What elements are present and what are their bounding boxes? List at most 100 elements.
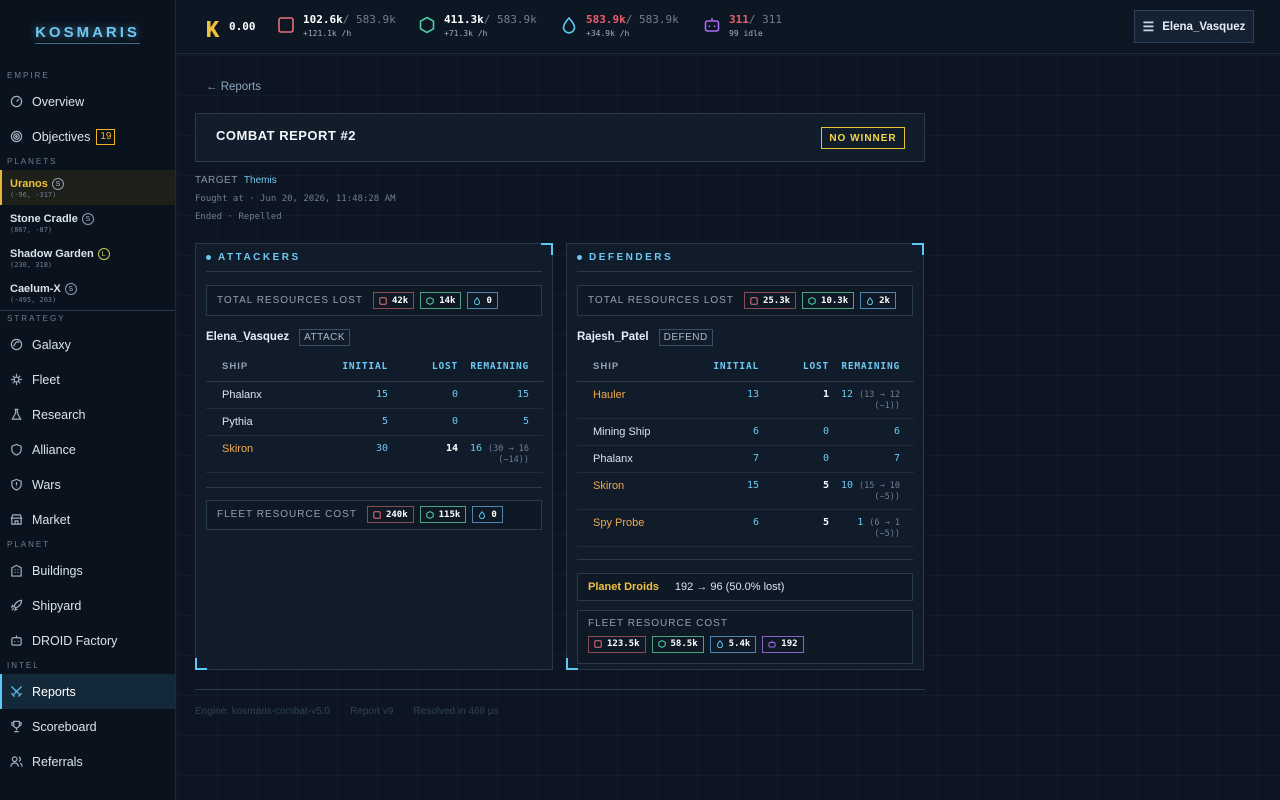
shield-icon [9,443,23,457]
metal-cost-chip: 240k [366,506,414,523]
nav-market[interactable]: Market [0,502,175,537]
droids-value: 311 [729,13,749,26]
bot-icon [9,634,23,648]
crystal-rate: +71.3k /h [444,29,488,38]
galaxy-icon [9,338,23,352]
fuel-drop-icon [479,510,486,519]
droids-resource: 311/ 311 99 idle [703,13,782,38]
planet-item-caelum-x[interactable]: Caelum-X S (-495, 203) [0,275,175,310]
defenders-resources-lost: TOTAL RESOURCES LOST 25.3k 10.3k 2k [577,285,913,316]
planet-item-uranos[interactable]: Uranos S (-96, -317) [0,170,175,205]
attackers-fleet-cost: FLEET RESOURCE COST 240k 115k 0 [206,499,542,530]
nav-wars[interactable]: Wars [0,467,175,502]
role-badge: DEFEND [658,328,713,346]
planet-item-stone-cradle[interactable]: Stone Cradle S (867, -87) [0,205,175,240]
nav-objectives[interactable]: Objectives 19 [0,119,175,154]
credits-k-icon [207,21,220,37]
result-badge: NO WINNER [821,127,905,149]
remaining-detail: (15 → 10 (−5)) [859,480,900,502]
trophy-icon [9,720,23,734]
app-logo[interactable]: KOSMARIS [0,0,175,68]
divider [577,558,913,560]
swords-icon [9,685,23,699]
table-row: Spy Probe 6 5 1 (6 → 1 (−5)) [577,509,914,547]
target-planet-link[interactable]: Themis [244,175,277,186]
fought-at: Fought at · Jun 20, 2026, 11:48:28 AM [195,194,396,204]
target-line: TARGET Themis [195,175,277,186]
attacker-name[interactable]: Elena_Vasquez [206,331,289,343]
nav-galaxy[interactable]: Galaxy [0,327,175,362]
defender-name[interactable]: Rajesh_Patel [577,331,649,343]
fleet-icon [9,373,23,387]
metal-square-icon [750,296,758,305]
crystal-hexagon-icon [808,296,816,305]
menu-icon: ☰ [1142,18,1155,34]
nav-shipyard[interactable]: Shipyard [0,588,175,623]
back-to-reports-link[interactable]: ← Reports [206,81,261,93]
metal-square-icon [373,510,381,519]
metal-value: 102.6k [303,13,343,26]
corner-accent [195,658,207,670]
col-lost: LOST [759,353,829,382]
fuel-drop-icon [474,296,481,305]
crystal-hexagon-icon [425,510,434,519]
crystal-cost-chip: 115k [419,506,467,523]
table-row: Mining Ship 6 0 6 [577,418,914,446]
section-intel: INTEL [7,661,40,670]
shield-alert-icon [9,478,23,492]
nav-fleet[interactable]: Fleet [0,362,175,397]
gauge-icon [9,95,23,109]
metal-lost-chip: 25.3k [743,292,797,309]
fuel-lost-chip: 0 [467,292,498,309]
defenders-heading: DEFENDERS [577,244,913,272]
droid-bot-icon [704,18,720,32]
nav-referrals[interactable]: Referrals [0,744,175,779]
credits-value: 0.00 [229,20,256,33]
crystal-value: 411.3k [444,13,484,26]
table-row: Pythia 5 0 5 [206,408,543,436]
crystal-hexagon-icon [657,640,666,648]
report-footer: Engine: kosmaris-combat-v5.0 Report v9 R… [195,689,925,717]
corner-accent [912,243,924,255]
main-content: ← Reports COMBAT REPORT #2 NO WINNER TAR… [177,55,1280,800]
divider [206,486,542,488]
nav-reports[interactable]: Reports [0,674,175,709]
nav-overview[interactable]: Overview [0,84,175,119]
crystal-resource: 411.3k/ 583.9k +71.3k /h [418,13,537,38]
metal-resource: 102.6k/ 583.9k +121.1k /h [277,13,396,38]
col-remaining: REMAINING [458,353,543,382]
section-strategy: STRATEGY [7,314,66,323]
nav-scoreboard[interactable]: Scoreboard [0,709,175,744]
remaining-detail: (6 → 1 (−5)) [869,517,900,539]
attacker-player: Elena_Vasquez ATTACK [206,321,542,353]
droids-idle: 99 idle [729,29,763,38]
corner-accent [566,658,578,670]
nav-buildings[interactable]: Buildings [0,553,175,588]
section-planets: PLANETS [7,157,58,166]
planet-size-badge: S [64,283,77,295]
user-menu-button[interactable]: ☰ Elena_Vasquez [1134,10,1254,43]
table-row: Phalanx 15 0 15 [206,381,543,409]
resolve-time: Resolved in 468 μs [413,706,499,717]
planet-item-shadow-garden[interactable]: Shadow Garden L (230, 318) [0,240,175,275]
metal-rate: +121.1k /h [303,29,352,38]
col-ship: SHIP [577,353,687,382]
top-bar: 0.00 102.6k/ 583.9k +121.1k /h 411.3k/ 5… [177,0,1280,54]
planet-size-badge: L [97,248,110,260]
report-title: COMBAT REPORT #2 [216,128,356,143]
nav-alliance[interactable]: Alliance [0,432,175,467]
section-empire: EMPIRE [7,71,50,80]
sidebar: KOSMARIS EMPIRE Overview Objectives 19 P… [0,0,176,800]
nav-droid-factory[interactable]: DROID Factory [0,623,175,658]
corner-accent [541,243,553,255]
col-initial: INITIAL [316,353,388,382]
nav-research[interactable]: Research [0,397,175,432]
users-icon [9,755,23,769]
table-row: Hauler 13 1 12 (13 → 12 (−1)) [577,381,914,419]
planet-size-badge: S [51,178,64,190]
attackers-heading: ATTACKERS [206,244,542,272]
section-planet: PLANET [7,540,51,549]
table-row: Phalanx 7 0 7 [577,445,914,473]
credits-resource: 0.00 [203,17,256,38]
metal-cost-chip: 123.5k [588,635,646,653]
